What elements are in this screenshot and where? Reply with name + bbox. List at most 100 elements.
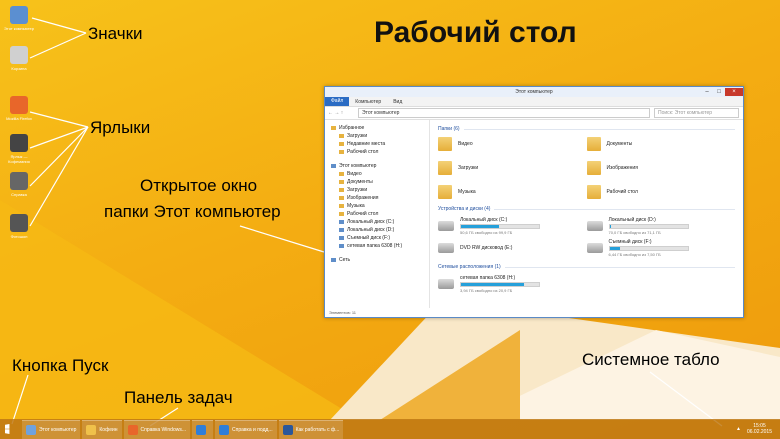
drive-tile[interactable]: Съемный диск (F:) 6,44 ГБ свободно из 7,5… (586, 238, 736, 258)
explorer-window[interactable]: Этот компьютер – □ × Файл Компьютер Вид … (324, 86, 744, 318)
folder-label: Документы (606, 141, 633, 147)
folder-icon (586, 137, 601, 151)
app-icon (86, 424, 97, 435)
drive-name: DVD RW дисковод (E:) (460, 245, 513, 251)
nav-item[interactable]: Музыка (325, 202, 429, 210)
search-input[interactable]: Поиск: Этот компьютер (654, 108, 739, 118)
system-tray[interactable]: ▲ 15:05 06.02.2015 (736, 423, 780, 435)
start-button[interactable] (0, 419, 20, 439)
ribbon-tabs: Файл Компьютер Вид (325, 97, 743, 107)
nav-item[interactable]: Локальный диск (C:) (325, 218, 429, 226)
folder-icon (438, 137, 452, 151)
folder-tile[interactable]: Рабочий стол (586, 184, 736, 200)
folder-icon (339, 172, 344, 176)
nav-item-label: Документы (347, 179, 373, 185)
desktop-icon[interactable]: Справка (1, 172, 37, 197)
nav-item-label: Локальный диск (C:) (347, 219, 395, 225)
folder-icon (339, 196, 344, 200)
nav-item[interactable]: Рабочий стол (325, 210, 429, 218)
taskbar-item[interactable]: Кофеин (82, 419, 122, 439)
nav-item[interactable]: Этот компьютер (325, 162, 429, 170)
drive-name: Локальный диск (D:) (608, 217, 656, 223)
nav-item[interactable]: Изображения (325, 194, 429, 202)
nav-item-label: Избранное (339, 125, 365, 131)
taskbar-item-label: Кофеин (99, 426, 118, 433)
nav-item[interactable]: Загрузки (325, 186, 429, 194)
tab-file[interactable]: Файл (325, 97, 350, 106)
taskbar-item[interactable]: Этот компьютер (22, 419, 81, 439)
drive-icon (438, 279, 454, 289)
window-titlebar[interactable]: Этот компьютер – □ × (325, 87, 743, 97)
nav-item[interactable]: Видео (325, 170, 429, 178)
folder-tile[interactable]: Видео (438, 136, 587, 152)
nav-item[interactable]: Сеть (325, 256, 429, 264)
drive-free-space: 50,6 ГБ свободно из 99,9 ГБ (460, 230, 513, 235)
nav-item-label: Сеть (339, 257, 351, 263)
callout-tray: Системное табло (582, 350, 720, 369)
taskbar-item[interactable] (192, 419, 214, 439)
desktop-icon[interactable]: Фотошоп (1, 214, 37, 239)
folder-icon (339, 180, 344, 184)
network-header: Сетевые расположения (1) (438, 264, 735, 270)
folder-icon (339, 212, 344, 216)
computer-icon (10, 6, 28, 24)
desktop-icon[interactable]: Корзина (1, 46, 37, 71)
nav-item-label: Изображения (347, 195, 379, 201)
nav-item[interactable]: Документы (325, 178, 429, 186)
taskbar-item[interactable]: Справка и подд... (215, 419, 277, 439)
folder-icon (339, 236, 344, 240)
nav-item-label: Рабочий стол (347, 149, 379, 155)
desktop-icon-label: Ярлык — Кофемания (8, 154, 30, 164)
page-title: Рабочий стол (374, 16, 577, 49)
folders-header: Папки (6) (438, 126, 735, 132)
callout-shortcuts: Ярлыки (90, 118, 151, 137)
tab-computer[interactable]: Компьютер (349, 99, 387, 105)
nav-item[interactable]: сетевая папка 6308 (H:) (325, 242, 429, 250)
drive-icon (438, 221, 454, 231)
nav-item[interactable]: Съемный диск (F:) (325, 234, 429, 242)
drive-usage-bar (608, 246, 689, 251)
drive-tile[interactable]: Локальный диск (D:) 70,0 ГБ свободно из 7… (586, 216, 736, 236)
desktop-icon[interactable]: Этот компьютер (1, 6, 37, 31)
nav-item[interactable]: Избранное (325, 124, 429, 132)
folder-label: Музыка (458, 189, 476, 195)
folder-tile[interactable]: Изображения (586, 160, 736, 176)
folder-tile[interactable]: Документы (586, 136, 736, 152)
tab-view[interactable]: Вид (387, 99, 408, 105)
app-icon (282, 424, 293, 435)
folder-label: Изображения (606, 165, 638, 171)
address-input[interactable]: Этот компьютер (358, 108, 650, 118)
folder-tile[interactable]: Музыка (438, 184, 587, 200)
desktop-icon[interactable]: Mozilla Firefox (1, 96, 37, 121)
star-icon (331, 126, 336, 130)
taskbar-item[interactable]: Справка Windows... (123, 419, 191, 439)
status-bar: Элементов: 11 (329, 310, 356, 315)
photo-icon (10, 214, 28, 232)
taskbar-item-label: Справка и подд... (232, 426, 273, 433)
callout-window-line1: Открытое окно (140, 176, 258, 195)
folder-label: Видео (458, 141, 473, 147)
folder-tile[interactable]: Загрузки (438, 160, 587, 176)
nav-item-label: Этот компьютер (339, 163, 377, 169)
drive-free-space: 70,0 ГБ свободно из 71,1 ГБ (608, 230, 661, 235)
desktop-icon-label: Фотошоп (10, 234, 28, 239)
taskbar-item-label: Этот компьютер (39, 426, 77, 433)
drive-tile[interactable]: DVD RW дисковод (E:) (438, 238, 587, 258)
desktop-icon-label: Этот компьютер (4, 26, 34, 31)
folder-icon (438, 185, 452, 199)
taskbar-item[interactable]: Как работать с ф... (278, 419, 344, 439)
nav-item[interactable]: Рабочий стол (325, 148, 429, 156)
desktop-icon[interactable]: Ярлык — Кофемания (1, 134, 37, 164)
drive-icon (438, 243, 454, 253)
clock[interactable]: 15:05 06.02.2015 (747, 423, 772, 435)
nav-item[interactable]: Недавние места (325, 140, 429, 148)
nav-item[interactable]: Локальный диск (D:) (325, 226, 429, 234)
drive-tile[interactable]: сетевая папка 6308 (H:) 3,94 ГБ свободно … (438, 274, 735, 294)
back-forward-icon[interactable]: ← → ↑ (325, 110, 358, 116)
drive-free-space: 6,44 ГБ свободно из 7,50 ГБ (608, 252, 661, 257)
callout-window-line2: папки Этот компьютер (104, 202, 281, 221)
notification-icon[interactable]: ▲ (736, 426, 741, 432)
nav-item[interactable]: Загрузки (325, 132, 429, 140)
drive-tile[interactable]: Локальный диск (C:) 50,6 ГБ свободно из 9… (438, 216, 587, 236)
folder-icon (586, 185, 601, 199)
